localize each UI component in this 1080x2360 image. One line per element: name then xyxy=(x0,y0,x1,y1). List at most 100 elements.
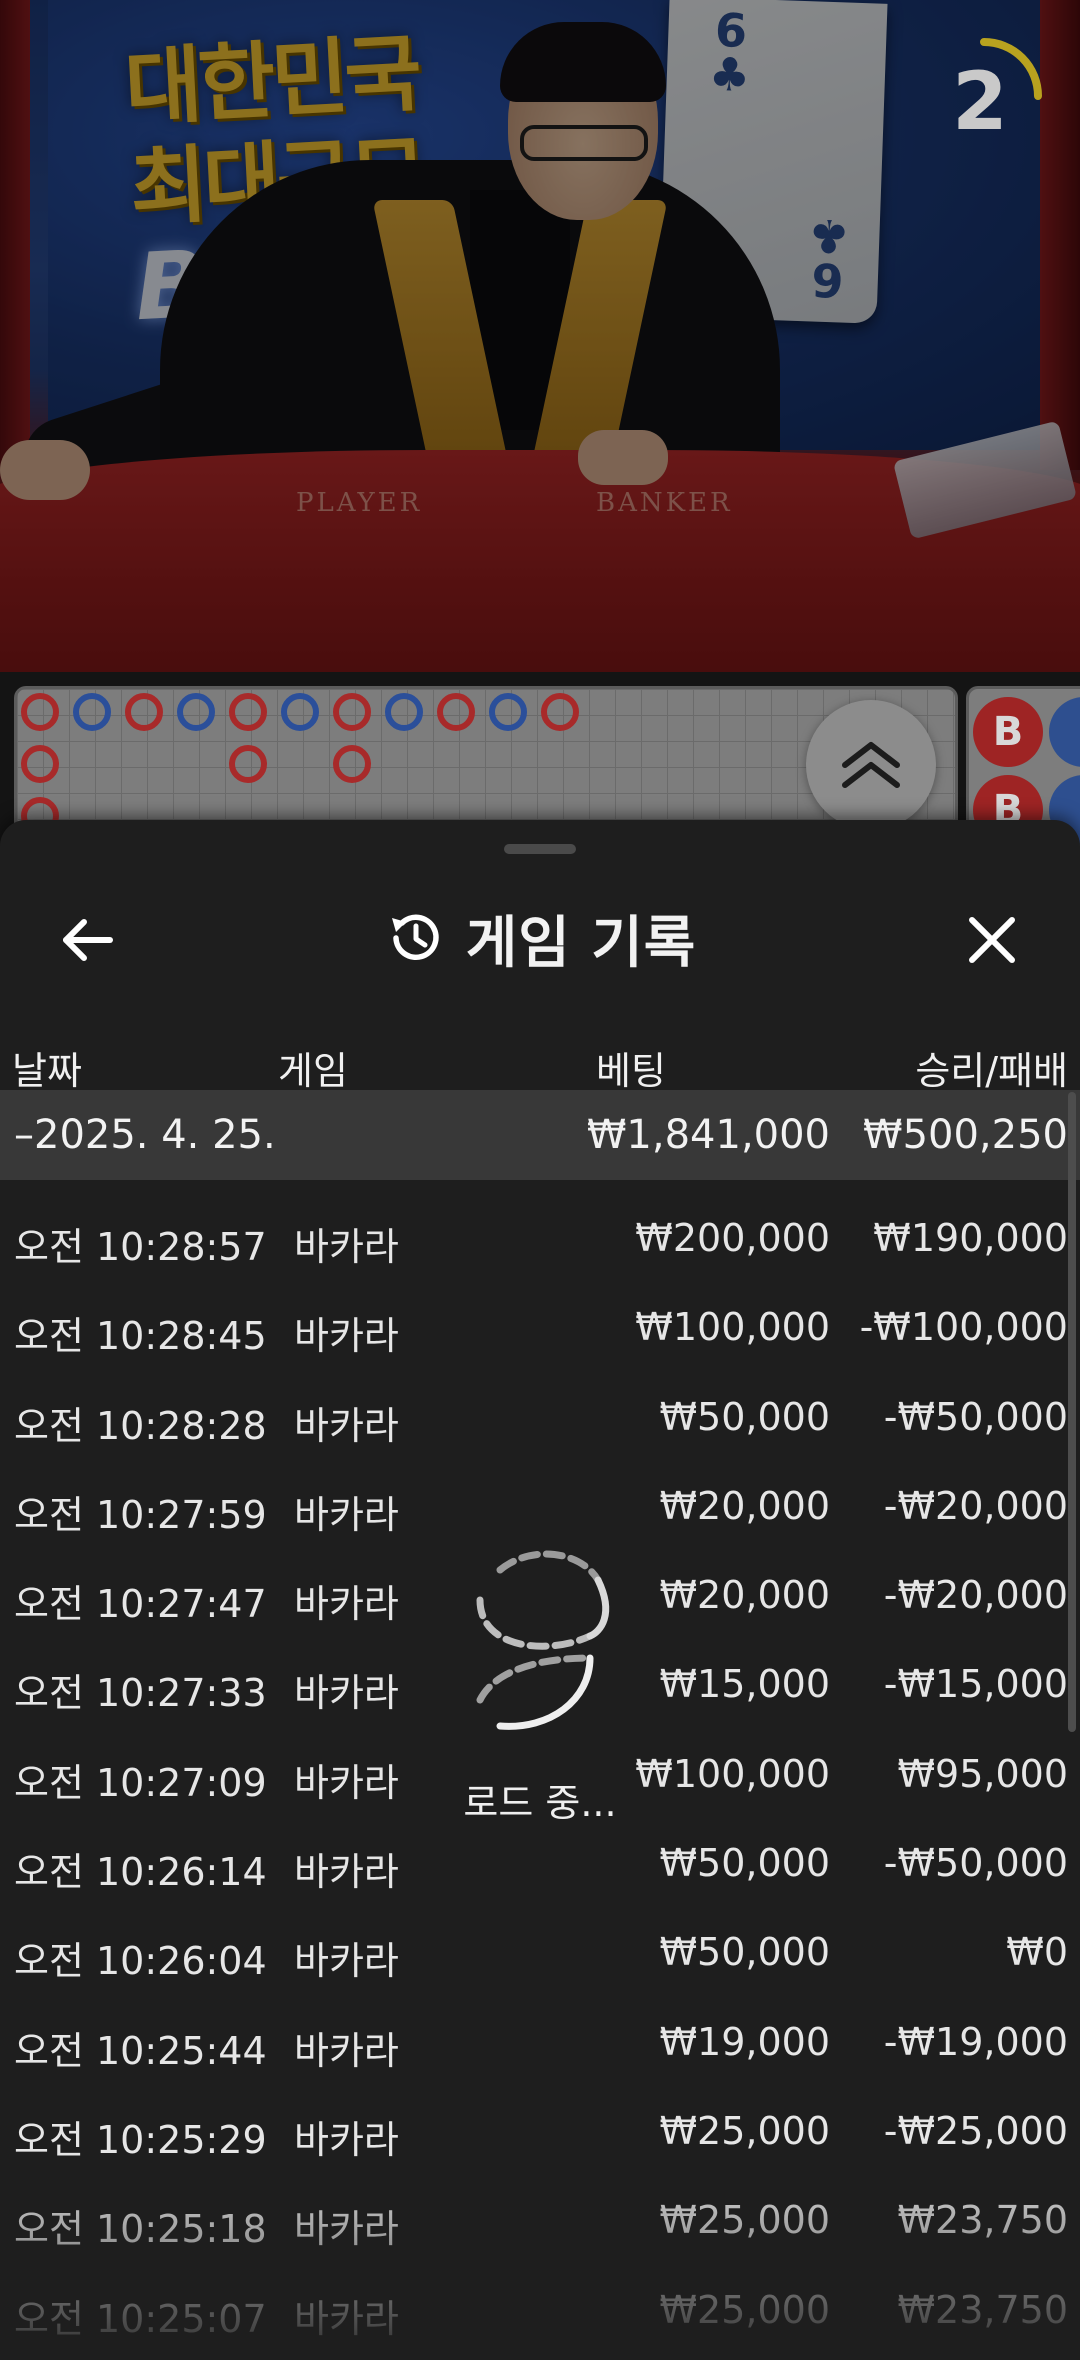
day-total-result: ₩500,250 xyxy=(863,1112,1068,1158)
row-time: 오전 10:26:04 xyxy=(14,1939,267,1984)
road-dot-banker xyxy=(229,745,267,783)
row-result: ₩23,750 xyxy=(897,2287,1068,2332)
history-row[interactable]: 오전 10:25:18 바카라 ₩25,000 ₩23,750 xyxy=(0,2174,1080,2263)
row-game: 바카라 xyxy=(294,1225,399,1269)
collapse-scoreboard-button[interactable] xyxy=(806,700,936,830)
row-result: -₩20,000 xyxy=(883,1483,1068,1528)
road-dot-player xyxy=(177,693,215,731)
row-time: 오전 10:27:09 xyxy=(14,1760,267,1805)
row-bet: ₩100,000 xyxy=(635,1751,830,1796)
row-game: 바카라 xyxy=(294,1403,399,1448)
row-bet: ₩25,000 xyxy=(659,2287,830,2332)
row-game: 바카라 xyxy=(294,1850,399,1895)
row-time: 오전 10:25:07 xyxy=(14,2296,267,2341)
loading-text: 로드 중... xyxy=(463,1781,617,1825)
column-header-game[interactable]: 게임 xyxy=(278,1040,348,1095)
row-bet: ₩19,000 xyxy=(659,2019,830,2064)
row-bet: ₩50,000 xyxy=(659,1930,830,1975)
row-result: ₩23,750 xyxy=(897,2198,1068,2243)
row-time: 오전 10:28:28 xyxy=(14,1403,267,1448)
road-dot-banker xyxy=(229,693,267,731)
row-game: 바카라 xyxy=(294,1582,399,1627)
row-time: 오전 10:28:45 xyxy=(14,1314,267,1359)
sheet-drag-handle[interactable] xyxy=(504,844,576,854)
close-button[interactable] xyxy=(952,900,1032,980)
row-time: 오전 10:25:18 xyxy=(14,2207,267,2252)
loading-spinner-icon xyxy=(476,1550,610,1730)
history-row[interactable]: 오전 10:25:29 바카라 ₩25,000 -₩25,000 xyxy=(0,2085,1080,2174)
row-time: 오전 10:27:33 xyxy=(14,1671,267,1716)
row-game: 바카라 xyxy=(294,1314,399,1359)
road-dot-banker xyxy=(333,693,371,731)
road-dot-banker xyxy=(333,745,371,783)
row-result: ₩0 xyxy=(1006,1930,1068,1975)
column-header-result[interactable]: 승리/패배 xyxy=(915,1040,1068,1095)
sheet-header: 게임 기록 xyxy=(0,870,1080,1000)
row-bet: ₩20,000 xyxy=(659,1483,830,1528)
sheet-title-group: 게임 기록 xyxy=(0,898,1080,978)
row-time: 오전 10:27:59 xyxy=(14,1492,267,1537)
live-video-stream[interactable]: 대한민국 최대규모 BET 6♣ 6♣ PLAYER BANKER 2 xyxy=(0,0,1080,672)
row-result: -₩100,000 xyxy=(859,1305,1068,1350)
row-game: 바카라 xyxy=(294,2207,399,2252)
row-result: -₩19,000 xyxy=(883,2019,1068,2064)
road-dot-player xyxy=(281,693,319,731)
close-icon xyxy=(969,917,1015,963)
history-clock-icon xyxy=(391,914,439,960)
column-header-date[interactable]: 날짜 xyxy=(12,1040,82,1095)
history-row[interactable]: 오전 10:26:14 바카라 ₩50,000 -₩50,000 xyxy=(0,1817,1080,1906)
road-dot-banker xyxy=(437,693,475,731)
row-result: ₩95,000 xyxy=(897,1751,1068,1796)
row-bet: ₩25,000 xyxy=(659,2198,830,2243)
row-game: 바카라 xyxy=(294,1492,399,1537)
row-bet: ₩20,000 xyxy=(659,1573,830,1618)
row-bet: ₩25,000 xyxy=(659,2108,830,2153)
history-row[interactable]: 오전 10:25:07 바카라 ₩25,000 ₩23,750 xyxy=(0,2264,1080,2353)
road-dot-banker xyxy=(541,693,579,731)
day-total-bet: ₩1,841,000 xyxy=(586,1112,830,1158)
row-bet: ₩15,000 xyxy=(659,1662,830,1707)
history-row[interactable]: 오전 10:27:59 바카라 ₩20,000 -₩20,000 xyxy=(0,1460,1080,1549)
bead-banker: B xyxy=(973,697,1043,767)
row-bet: ₩50,000 xyxy=(659,1841,830,1886)
row-result: -₩20,000 xyxy=(883,1573,1068,1618)
road-dot-player xyxy=(489,693,527,731)
history-row[interactable]: 오전 10:28:57 바카라 ₩200,000 ₩190,000 xyxy=(0,1192,1080,1281)
row-bet: ₩100,000 xyxy=(635,1305,830,1350)
sheet-title: 게임 기록 xyxy=(465,910,697,976)
road-dot-player xyxy=(385,693,423,731)
dim-overlay xyxy=(0,0,1080,672)
row-result: -₩15,000 xyxy=(883,1662,1068,1707)
row-result: -₩50,000 xyxy=(883,1841,1068,1886)
history-row[interactable]: 오전 10:26:04 바카라 ₩50,000 ₩0 xyxy=(0,1906,1080,1995)
history-scrollbar[interactable] xyxy=(1068,1092,1076,1732)
row-game: 바카라 xyxy=(294,2296,399,2341)
countdown-timer: 2 xyxy=(952,55,1008,148)
row-game: 바카라 xyxy=(294,2117,399,2162)
day-summary-row[interactable]: –2025. 4. 25. ₩1,841,000 ₩500,250 xyxy=(0,1090,1080,1180)
history-row[interactable]: 오전 10:25:44 바카라 ₩19,000 -₩19,000 xyxy=(0,1996,1080,2085)
row-bet: ₩200,000 xyxy=(635,1216,830,1260)
day-date: –2025. 4. 25. xyxy=(14,1112,276,1158)
row-time: 오전 10:28:57 xyxy=(14,1225,267,1269)
row-time: 오전 10:26:14 xyxy=(14,1850,267,1895)
row-result: -₩50,000 xyxy=(883,1394,1068,1439)
row-time: 오전 10:25:44 xyxy=(14,2028,267,2073)
history-row[interactable]: 오전 10:28:45 바카라 ₩100,000 -₩100,000 xyxy=(0,1281,1080,1370)
row-game: 바카라 xyxy=(294,2028,399,2073)
row-time: 오전 10:27:47 xyxy=(14,1582,267,1627)
loading-indicator: 로드 중... xyxy=(440,1540,640,1825)
row-time: 오전 10:25:29 xyxy=(14,2117,267,2162)
bead-player xyxy=(1049,697,1080,767)
row-result: -₩25,000 xyxy=(883,2108,1068,2153)
column-header-bet[interactable]: 베팅 xyxy=(596,1040,666,1095)
row-game: 바카라 xyxy=(294,1760,399,1805)
history-row[interactable]: 오전 10:28:28 바카라 ₩50,000 -₩50,000 xyxy=(0,1371,1080,1460)
road-dot-banker xyxy=(21,745,59,783)
road-dot-banker xyxy=(21,693,59,731)
road-dot-banker xyxy=(125,693,163,731)
row-game: 바카라 xyxy=(294,1671,399,1716)
row-bet: ₩50,000 xyxy=(659,1394,830,1439)
road-dot-player xyxy=(73,693,111,731)
row-game: 바카라 xyxy=(294,1939,399,1984)
